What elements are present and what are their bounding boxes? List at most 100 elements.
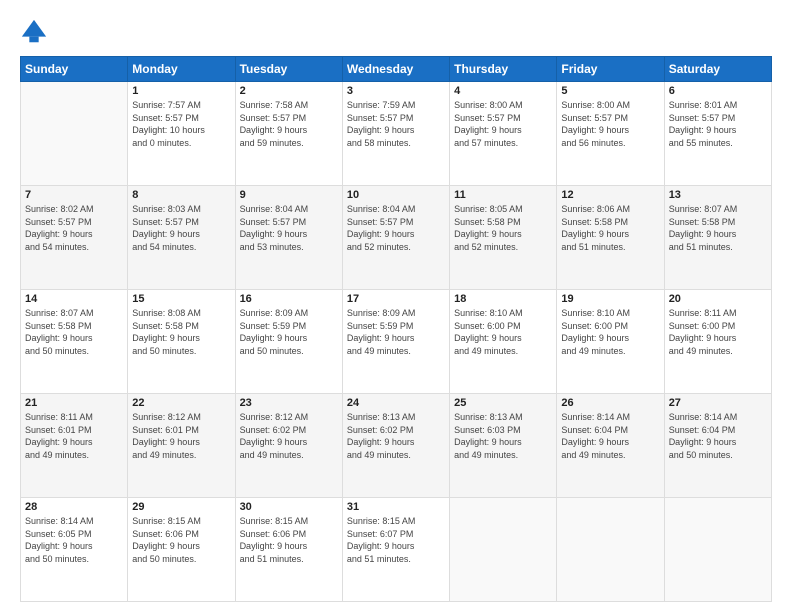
- calendar-day-cell: 18 Sunrise: 8:10 AMSunset: 6:00 PMDayligh…: [450, 290, 557, 394]
- day-number: 16: [240, 293, 338, 305]
- day-number: 8: [132, 189, 230, 201]
- day-number: 10: [347, 189, 445, 201]
- calendar-week-row: 28 Sunrise: 8:14 AMSunset: 6:05 PMDayligh…: [21, 498, 772, 602]
- calendar-day-cell: 13 Sunrise: 8:07 AMSunset: 5:58 PMDayligh…: [664, 186, 771, 290]
- calendar-day-cell: 17 Sunrise: 8:09 AMSunset: 5:59 PMDayligh…: [342, 290, 449, 394]
- day-info: Sunrise: 8:08 AMSunset: 5:58 PMDaylight:…: [132, 307, 230, 357]
- day-info: Sunrise: 8:14 AMSunset: 6:04 PMDaylight:…: [561, 411, 659, 461]
- day-info: Sunrise: 8:00 AMSunset: 5:57 PMDaylight:…: [561, 99, 659, 149]
- day-number: 25: [454, 397, 552, 409]
- day-info: Sunrise: 7:59 AMSunset: 5:57 PMDaylight:…: [347, 99, 445, 149]
- day-of-week-header: Friday: [557, 57, 664, 82]
- day-number: 28: [25, 501, 123, 513]
- calendar-week-row: 7 Sunrise: 8:02 AMSunset: 5:57 PMDaylight…: [21, 186, 772, 290]
- day-info: Sunrise: 8:07 AMSunset: 5:58 PMDaylight:…: [669, 203, 767, 253]
- calendar-day-cell: 31 Sunrise: 8:15 AMSunset: 6:07 PMDayligh…: [342, 498, 449, 602]
- calendar-day-cell: 16 Sunrise: 8:09 AMSunset: 5:59 PMDayligh…: [235, 290, 342, 394]
- day-number: 26: [561, 397, 659, 409]
- calendar-day-cell: 7 Sunrise: 8:02 AMSunset: 5:57 PMDaylight…: [21, 186, 128, 290]
- calendar-table: SundayMondayTuesdayWednesdayThursdayFrid…: [20, 56, 772, 602]
- day-info: Sunrise: 8:09 AMSunset: 5:59 PMDaylight:…: [347, 307, 445, 357]
- day-number: 20: [669, 293, 767, 305]
- day-number: 27: [669, 397, 767, 409]
- calendar-week-row: 1Sunrise: 7:57 AMSunset: 5:57 PMDaylight…: [21, 82, 772, 186]
- day-info: Sunrise: 8:00 AMSunset: 5:57 PMDaylight:…: [454, 99, 552, 149]
- day-number: 19: [561, 293, 659, 305]
- day-info: Sunrise: 8:15 AMSunset: 6:07 PMDaylight:…: [347, 515, 445, 565]
- calendar-day-cell: 14 Sunrise: 8:07 AMSunset: 5:58 PMDayligh…: [21, 290, 128, 394]
- calendar-day-cell: 23Sunrise: 8:12 AMSunset: 6:02 PMDayligh…: [235, 394, 342, 498]
- day-number: 4: [454, 85, 552, 97]
- day-info: Sunrise: 8:12 AMSunset: 6:02 PMDaylight:…: [240, 411, 338, 461]
- day-number: 11: [454, 189, 552, 201]
- day-number: 13: [669, 189, 767, 201]
- day-number: 7: [25, 189, 123, 201]
- calendar-day-cell: 24Sunrise: 8:13 AMSunset: 6:02 PMDayligh…: [342, 394, 449, 498]
- day-info: Sunrise: 8:01 AMSunset: 5:57 PMDaylight:…: [669, 99, 767, 149]
- day-number: 2: [240, 85, 338, 97]
- calendar-week-row: 14 Sunrise: 8:07 AMSunset: 5:58 PMDayligh…: [21, 290, 772, 394]
- calendar-day-cell: 3Sunrise: 7:59 AMSunset: 5:57 PMDaylight…: [342, 82, 449, 186]
- day-info: Sunrise: 8:07 AMSunset: 5:58 PMDaylight:…: [25, 307, 123, 357]
- day-number: 12: [561, 189, 659, 201]
- day-number: 22: [132, 397, 230, 409]
- day-number: 17: [347, 293, 445, 305]
- calendar-day-cell: 27Sunrise: 8:14 AMSunset: 6:04 PMDayligh…: [664, 394, 771, 498]
- calendar-day-cell: 2Sunrise: 7:58 AMSunset: 5:57 PMDaylight…: [235, 82, 342, 186]
- day-info: Sunrise: 8:09 AMSunset: 5:59 PMDaylight:…: [240, 307, 338, 357]
- calendar-day-cell: 21 Sunrise: 8:11 AMSunset: 6:01 PMDayligh…: [21, 394, 128, 498]
- day-number: 31: [347, 501, 445, 513]
- calendar-day-cell: 6 Sunrise: 8:01 AMSunset: 5:57 PMDaylight…: [664, 82, 771, 186]
- calendar-day-cell: [450, 498, 557, 602]
- calendar-day-cell: 4 Sunrise: 8:00 AMSunset: 5:57 PMDaylight…: [450, 82, 557, 186]
- day-of-week-header: Saturday: [664, 57, 771, 82]
- calendar-header-row: SundayMondayTuesdayWednesdayThursdayFrid…: [21, 57, 772, 82]
- day-number: 15: [132, 293, 230, 305]
- calendar-day-cell: 9 Sunrise: 8:04 AMSunset: 5:57 PMDaylight…: [235, 186, 342, 290]
- day-of-week-header: Wednesday: [342, 57, 449, 82]
- calendar-week-row: 21 Sunrise: 8:11 AMSunset: 6:01 PMDayligh…: [21, 394, 772, 498]
- day-info: Sunrise: 8:10 AMSunset: 6:00 PMDaylight:…: [561, 307, 659, 357]
- day-info: Sunrise: 8:14 AMSunset: 6:05 PMDaylight:…: [25, 515, 123, 565]
- day-number: 29: [132, 501, 230, 513]
- calendar-day-cell: [664, 498, 771, 602]
- calendar-day-cell: 10 Sunrise: 8:04 AMSunset: 5:57 PMDayligh…: [342, 186, 449, 290]
- calendar-day-cell: 11 Sunrise: 8:05 AMSunset: 5:58 PMDayligh…: [450, 186, 557, 290]
- day-number: 1: [132, 85, 230, 97]
- calendar-day-cell: [557, 498, 664, 602]
- calendar-day-cell: 1Sunrise: 7:57 AMSunset: 5:57 PMDaylight…: [128, 82, 235, 186]
- day-info: Sunrise: 8:05 AMSunset: 5:58 PMDaylight:…: [454, 203, 552, 253]
- calendar-day-cell: 8Sunrise: 8:03 AMSunset: 5:57 PMDaylight…: [128, 186, 235, 290]
- calendar-day-cell: 12 Sunrise: 8:06 AMSunset: 5:58 PMDayligh…: [557, 186, 664, 290]
- day-number: 18: [454, 293, 552, 305]
- page: SundayMondayTuesdayWednesdayThursdayFrid…: [0, 0, 792, 612]
- day-number: 21: [25, 397, 123, 409]
- day-number: 6: [669, 85, 767, 97]
- calendar-day-cell: 22Sunrise: 8:12 AMSunset: 6:01 PMDayligh…: [128, 394, 235, 498]
- day-info: Sunrise: 8:10 AMSunset: 6:00 PMDaylight:…: [454, 307, 552, 357]
- day-of-week-header: Tuesday: [235, 57, 342, 82]
- logo: [20, 18, 52, 46]
- day-number: 9: [240, 189, 338, 201]
- day-of-week-header: Monday: [128, 57, 235, 82]
- calendar-day-cell: 19 Sunrise: 8:10 AMSunset: 6:00 PMDayligh…: [557, 290, 664, 394]
- day-of-week-header: Sunday: [21, 57, 128, 82]
- day-info: Sunrise: 8:13 AMSunset: 6:02 PMDaylight:…: [347, 411, 445, 461]
- day-number: 30: [240, 501, 338, 513]
- calendar-day-cell: 30Sunrise: 8:15 AMSunset: 6:06 PMDayligh…: [235, 498, 342, 602]
- calendar-day-cell: 26 Sunrise: 8:14 AMSunset: 6:04 PMDayligh…: [557, 394, 664, 498]
- day-info: Sunrise: 8:15 AMSunset: 6:06 PMDaylight:…: [132, 515, 230, 565]
- calendar-day-cell: 20 Sunrise: 8:11 AMSunset: 6:00 PMDayligh…: [664, 290, 771, 394]
- day-info: Sunrise: 8:04 AMSunset: 5:57 PMDaylight:…: [347, 203, 445, 253]
- day-number: 5: [561, 85, 659, 97]
- day-info: Sunrise: 8:11 AMSunset: 6:00 PMDaylight:…: [669, 307, 767, 357]
- day-info: Sunrise: 8:06 AMSunset: 5:58 PMDaylight:…: [561, 203, 659, 253]
- day-info: Sunrise: 8:02 AMSunset: 5:57 PMDaylight:…: [25, 203, 123, 253]
- day-info: Sunrise: 8:11 AMSunset: 6:01 PMDaylight:…: [25, 411, 123, 461]
- day-of-week-header: Thursday: [450, 57, 557, 82]
- day-info: Sunrise: 8:04 AMSunset: 5:57 PMDaylight:…: [240, 203, 338, 253]
- day-number: 14: [25, 293, 123, 305]
- logo-icon: [20, 18, 48, 46]
- calendar-day-cell: 29 Sunrise: 8:15 AMSunset: 6:06 PMDayligh…: [128, 498, 235, 602]
- calendar-day-cell: 15 Sunrise: 8:08 AMSunset: 5:58 PMDayligh…: [128, 290, 235, 394]
